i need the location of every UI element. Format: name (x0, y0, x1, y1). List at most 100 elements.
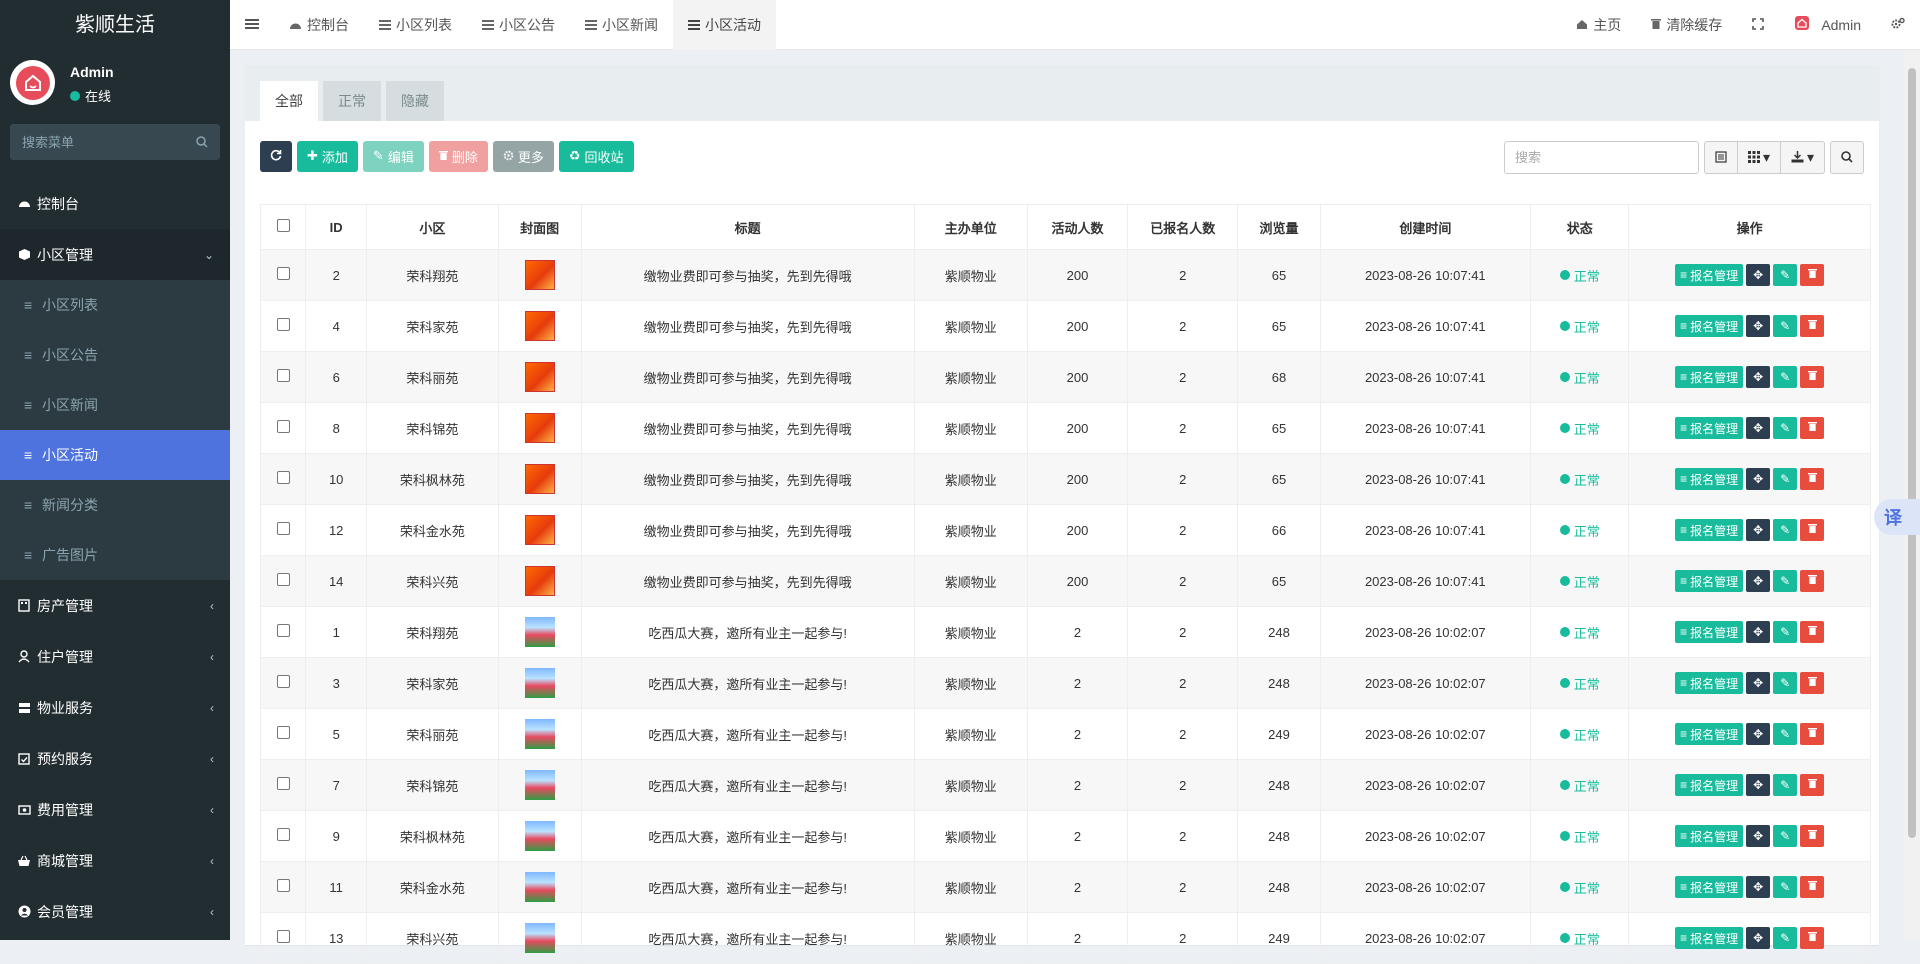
sidebar-subitem-community-notice[interactable]: ≡ 小区公告 (0, 330, 230, 380)
row-checkbox[interactable] (276, 624, 290, 637)
page-scrollbar[interactable] (1904, 50, 1920, 940)
row-checkbox[interactable] (276, 471, 290, 484)
row-checkbox[interactable] (276, 573, 290, 586)
cover-image[interactable] (524, 311, 555, 341)
signup-management-button[interactable]: ≡ 报名管理 (1675, 315, 1744, 337)
table-row[interactable]: 3 荣科家苑 吃西瓜大赛，邀所有业主一起参与! 紫顺物业 2 2 248 2023-08-26… (259, 657, 1871, 709)
sidebar-subitem-community-activity[interactable]: ≡ 小区活动 (0, 430, 230, 480)
signup-management-button[interactable]: ≡ 报名管理 (1675, 876, 1744, 898)
drag-sort-button[interactable]: ✥ (1746, 315, 1771, 337)
row-checkbox[interactable] (276, 522, 290, 535)
drag-sort-button[interactable]: ✥ (1746, 417, 1771, 439)
tab-community-notice[interactable]: 小区公告 (467, 0, 570, 50)
column-header[interactable]: 状态 (1530, 204, 1630, 250)
sidebar-item-fee-management[interactable]: 费用管理 ‹ (0, 784, 230, 835)
table-row[interactable]: 4 荣科家苑 缴物业费即可参与抽奖，先到先得哦 紫顺物业 200 2 65 2023-08-2… (259, 300, 1871, 352)
row-delete-button[interactable] (1800, 825, 1825, 847)
drag-sort-button[interactable]: ✥ (1746, 366, 1771, 388)
signup-management-button[interactable]: ≡ 报名管理 (1675, 468, 1744, 490)
app-logo-title[interactable]: 紫顺生活 (0, 0, 230, 50)
cover-image[interactable] (524, 821, 555, 851)
export-dropdown-button[interactable]: ▾ (1780, 141, 1825, 174)
table-row[interactable]: 11 荣科金水苑 吃西瓜大赛，邀所有业主一起参与! 紫顺物业 2 2 248 2023-08-… (259, 861, 1871, 913)
column-header[interactable]: 标题 (580, 204, 915, 250)
signup-management-button[interactable]: ≡ 报名管理 (1675, 723, 1744, 745)
row-checkbox[interactable] (276, 318, 290, 331)
column-header[interactable]: 已报名人数 (1127, 204, 1239, 250)
column-header[interactable]: ID (305, 204, 368, 250)
table-row[interactable]: 13 荣科兴苑 吃西瓜大赛，邀所有业主一起参与! 紫顺物业 2 2 249 2023-08-2… (259, 912, 1871, 964)
sidebar-item-property-management[interactable]: 房产管理 ‹ (0, 580, 230, 631)
tab-community-activity[interactable]: 小区活动 (673, 0, 776, 50)
row-edit-button[interactable]: ✎ (1773, 315, 1798, 337)
row-checkbox[interactable] (276, 369, 290, 382)
row-edit-button[interactable]: ✎ (1773, 825, 1798, 847)
user-menu[interactable]: Admin (1779, 0, 1876, 50)
drag-sort-button[interactable]: ✥ (1746, 264, 1771, 286)
home-link[interactable]: 主页 (1561, 0, 1636, 50)
signup-management-button[interactable]: ≡ 报名管理 (1675, 774, 1744, 796)
advanced-search-button[interactable] (1830, 141, 1864, 174)
cover-image[interactable] (524, 260, 555, 290)
column-header[interactable]: 主办单位 (913, 204, 1028, 250)
cover-image[interactable] (524, 923, 555, 953)
tab-hidden[interactable]: 隐藏 (386, 81, 444, 121)
table-row[interactable]: 9 荣科枫林苑 吃西瓜大赛，邀所有业主一起参与! 紫顺物业 2 2 248 2023-08-2… (259, 810, 1871, 862)
drag-sort-button[interactable]: ✥ (1746, 570, 1771, 592)
sidebar-item-property-service[interactable]: 物业服务 ‹ (0, 682, 230, 733)
signup-management-button[interactable]: ≡ 报名管理 (1675, 417, 1744, 439)
tab-community-news[interactable]: 小区新闻 (570, 0, 673, 50)
signup-management-button[interactable]: ≡ 报名管理 (1675, 570, 1744, 592)
sidebar-subitem-community-news[interactable]: ≡ 小区新闻 (0, 380, 230, 430)
cover-image[interactable] (524, 617, 555, 647)
sidebar-search-input[interactable] (10, 124, 220, 160)
settings-button[interactable] (1876, 0, 1920, 50)
table-row[interactable]: 7 荣科锦苑 吃西瓜大赛，邀所有业主一起参与! 紫顺物业 2 2 248 2023-08-26… (259, 759, 1871, 811)
search-icon[interactable] (196, 135, 208, 151)
row-checkbox[interactable] (276, 777, 290, 790)
drag-sort-button[interactable]: ✥ (1746, 621, 1771, 643)
column-header[interactable]: 封面图 (497, 204, 582, 250)
table-search-input[interactable] (1503, 141, 1699, 174)
scrollbar-thumb[interactable] (1908, 68, 1916, 838)
table-row[interactable]: 14 荣科兴苑 缴物业费即可参与抽奖，先到先得哦 紫顺物业 200 2 65 2023-08-… (259, 555, 1871, 607)
signup-management-button[interactable]: ≡ 报名管理 (1675, 264, 1744, 286)
sidebar-item-member-management[interactable]: 会员管理 ‹ (0, 886, 230, 937)
row-checkbox[interactable] (276, 267, 290, 280)
sidebar-item-community-management[interactable]: 小区管理 ⌄ (0, 229, 230, 280)
row-edit-button[interactable]: ✎ (1773, 519, 1798, 541)
table-row[interactable]: 1 荣科翔苑 吃西瓜大赛，邀所有业主一起参与! 紫顺物业 2 2 248 2023-08-26… (259, 606, 1871, 658)
row-checkbox[interactable] (276, 828, 290, 841)
more-button[interactable]: 更多 (492, 140, 554, 172)
drag-sort-button[interactable]: ✥ (1746, 672, 1771, 694)
drag-sort-button[interactable]: ✥ (1746, 825, 1771, 847)
row-checkbox[interactable] (276, 675, 290, 688)
column-header[interactable]: 浏览量 (1237, 204, 1321, 250)
signup-management-button[interactable]: ≡ 报名管理 (1675, 672, 1744, 694)
tab-dashboard[interactable]: 控制台 (274, 0, 364, 50)
refresh-button[interactable] (260, 140, 292, 172)
row-edit-button[interactable]: ✎ (1773, 417, 1798, 439)
edit-button[interactable]: ✎ 编辑 (362, 140, 424, 172)
signup-management-button[interactable]: ≡ 报名管理 (1675, 366, 1744, 388)
table-row[interactable]: 10 荣科枫林苑 缴物业费即可参与抽奖，先到先得哦 紫顺物业 200 2 65 2023-08… (259, 453, 1871, 505)
row-edit-button[interactable]: ✎ (1773, 672, 1798, 694)
row-delete-button[interactable] (1800, 264, 1825, 286)
fullscreen-button[interactable] (1737, 0, 1779, 50)
cover-image[interactable] (524, 362, 555, 392)
signup-management-button[interactable]: ≡ 报名管理 (1675, 519, 1744, 541)
drag-sort-button[interactable]: ✥ (1746, 927, 1771, 949)
row-edit-button[interactable]: ✎ (1773, 723, 1798, 745)
cover-image[interactable] (524, 770, 555, 800)
table-row[interactable]: 6 荣科丽苑 缴物业费即可参与抽奖，先到先得哦 紫顺物业 200 2 68 2023-08-2… (259, 351, 1871, 403)
table-row[interactable]: 2 荣科翔苑 缴物业费即可参与抽奖，先到先得哦 紫顺物业 200 2 65 2023-08-2… (259, 249, 1871, 301)
row-delete-button[interactable] (1800, 366, 1825, 388)
row-edit-button[interactable]: ✎ (1773, 570, 1798, 592)
table-row[interactable]: 5 荣科丽苑 吃西瓜大赛，邀所有业主一起参与! 紫顺物业 2 2 249 2023-08-26… (259, 708, 1871, 760)
columns-dropdown-button[interactable]: ▾ (1737, 141, 1781, 174)
sidebar-toggle-button[interactable] (230, 0, 274, 50)
sidebar-subitem-ad-images[interactable]: ≡ 广告图片 (0, 530, 230, 580)
tab-all[interactable]: 全部 (260, 81, 318, 121)
column-header[interactable]: 创建时间 (1319, 204, 1532, 250)
tab-normal[interactable]: 正常 (323, 81, 381, 121)
